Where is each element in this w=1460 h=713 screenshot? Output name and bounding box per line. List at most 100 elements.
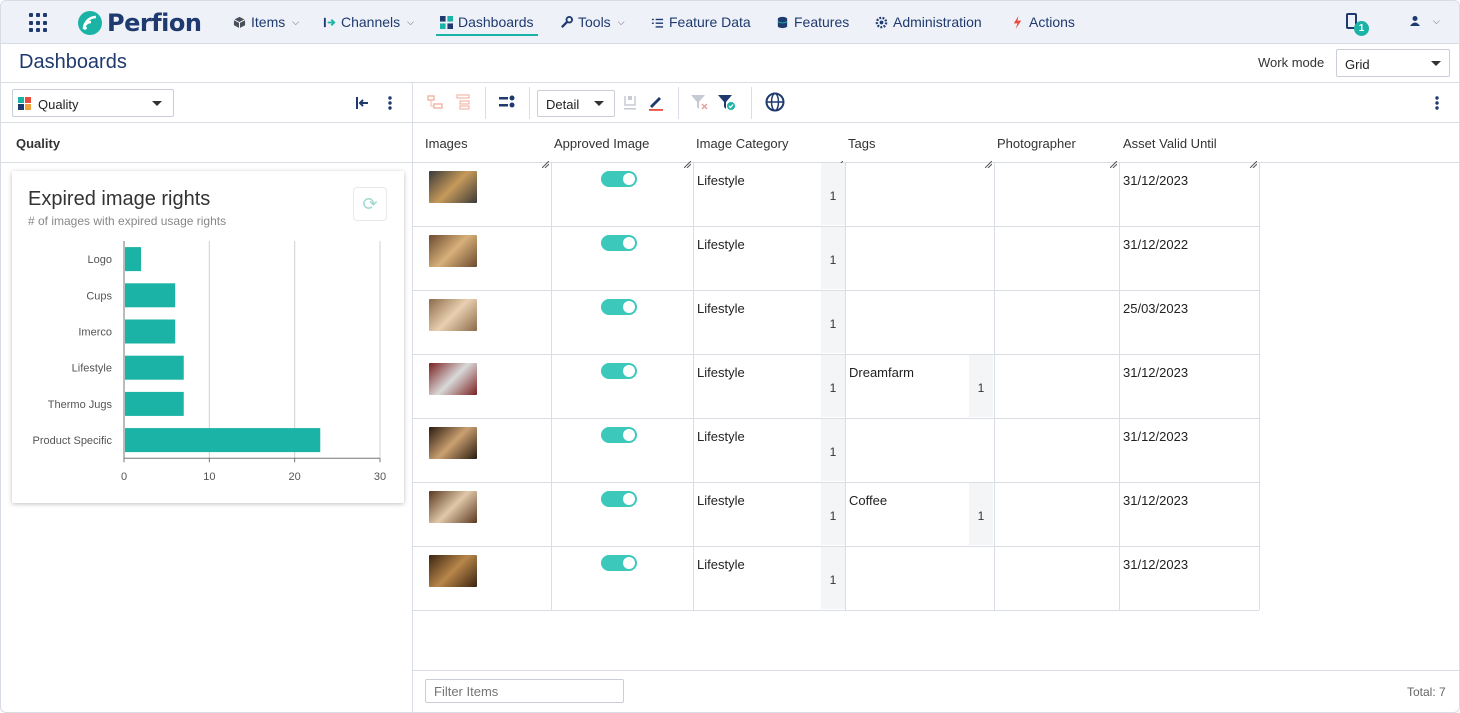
asset-valid-until-cell[interactable]: 31/12/2023 <box>1123 429 1188 444</box>
column-header-images[interactable]: Images <box>425 136 468 151</box>
tree-expand-icon[interactable] <box>426 93 444 111</box>
image-category-cell[interactable]: Lifestyle <box>697 173 745 188</box>
image-category-cell[interactable]: Lifestyle <box>697 301 745 316</box>
image-thumbnail[interactable] <box>429 235 477 267</box>
column-header-image-category[interactable]: Image Category <box>696 136 789 151</box>
column-divider <box>994 290 995 354</box>
chevron-down-icon: ⌵ <box>292 16 300 27</box>
view-select[interactable]: Detail <box>537 90 615 117</box>
asset-valid-until-cell[interactable]: 31/12/2023 <box>1123 557 1188 572</box>
image-category-cell[interactable]: Lifestyle <box>697 429 745 444</box>
nav-channels[interactable]: Channels ⌵ <box>323 14 414 30</box>
nav-actions-label: Actions <box>1029 14 1075 30</box>
cube-icon <box>233 16 246 28</box>
approved-toggle[interactable] <box>601 299 637 315</box>
more-vertical-icon[interactable] <box>1430 95 1444 111</box>
image-category-cell[interactable]: Lifestyle <box>697 365 745 380</box>
asset-valid-until-cell[interactable]: 31/12/2022 <box>1123 237 1188 252</box>
column-resize-handle[interactable] <box>984 155 993 169</box>
nav-features-label: Features <box>794 14 850 30</box>
image-thumbnail[interactable] <box>429 555 477 587</box>
chart-bar[interactable] <box>125 283 176 308</box>
nav-administration[interactable]: Administration <box>875 14 982 30</box>
toolbar-separator <box>751 87 752 119</box>
approved-toggle[interactable] <box>601 491 637 507</box>
column-resize-handle[interactable] <box>835 155 844 169</box>
asset-valid-until-cell[interactable]: 25/03/2023 <box>1123 301 1188 316</box>
chevron-down-icon: ⌵ <box>1433 15 1440 26</box>
category-count: 1 <box>821 483 845 545</box>
approved-toggle[interactable] <box>601 427 637 443</box>
approved-toggle[interactable] <box>601 235 637 251</box>
column-resize-handle[interactable] <box>1249 155 1258 169</box>
column-divider <box>551 482 552 546</box>
approved-toggle[interactable] <box>601 363 637 379</box>
column-resize-handle[interactable] <box>1109 155 1118 169</box>
column-resize-handle[interactable] <box>683 155 692 169</box>
tree-collapse-icon[interactable] <box>454 93 472 111</box>
refresh-button[interactable]: ⟳ <box>353 187 387 221</box>
column-divider <box>1259 482 1260 546</box>
column-divider <box>551 418 552 482</box>
image-category-cell[interactable]: Lifestyle <box>697 237 745 252</box>
nav-items[interactable]: Items ⌵ <box>233 14 299 30</box>
chart-bar[interactable] <box>125 428 321 453</box>
collapse-panel-icon[interactable] <box>354 95 370 111</box>
notifications-button[interactable]: 1 <box>1344 12 1370 38</box>
column-divider <box>693 546 694 610</box>
column-resize-handle[interactable] <box>541 155 550 169</box>
asset-valid-until-cell[interactable]: 31/12/2023 <box>1123 493 1188 508</box>
nav-dashboards[interactable]: Dashboards <box>440 14 534 30</box>
more-vertical-icon[interactable] <box>383 95 397 111</box>
image-thumbnail[interactable] <box>429 427 477 459</box>
app-grid-icon[interactable] <box>29 13 49 33</box>
tag-count: 1 <box>969 355 993 417</box>
image-category-cell[interactable]: Lifestyle <box>697 557 745 572</box>
category-count: 1 <box>821 355 845 417</box>
page-title: Dashboards <box>19 51 127 73</box>
dashboard-select[interactable]: Quality <box>12 89 174 117</box>
asset-valid-until-cell[interactable]: 31/12/2023 <box>1123 365 1188 380</box>
column-settings-icon[interactable] <box>498 93 516 111</box>
column-header-tags[interactable]: Tags <box>848 136 875 151</box>
category-count: 1 <box>821 547 845 609</box>
nav-actions[interactable]: Actions <box>1011 14 1075 30</box>
clear-filter-icon[interactable] <box>690 93 708 111</box>
image-category-cell[interactable]: Lifestyle <box>697 493 745 508</box>
chart-bar[interactable] <box>125 391 184 416</box>
column-header-asset-valid-until[interactable]: Asset Valid Until <box>1123 136 1217 151</box>
section-header: Quality <box>16 136 61 151</box>
image-thumbnail[interactable] <box>429 491 477 523</box>
chart-bar[interactable] <box>125 319 176 344</box>
user-menu[interactable]: ⌵ <box>1409 15 1440 27</box>
column-divider <box>845 418 846 482</box>
column-header-photographer[interactable]: Photographer <box>997 136 1076 151</box>
image-thumbnail[interactable] <box>429 171 477 203</box>
work-mode-select[interactable]: Grid <box>1336 49 1450 77</box>
tag-cell[interactable]: Coffee <box>849 493 887 508</box>
gear-icon <box>875 16 888 28</box>
image-thumbnail[interactable] <box>429 299 477 331</box>
image-thumbnail[interactable] <box>429 363 477 395</box>
filter-items-input[interactable] <box>425 679 624 703</box>
approved-toggle[interactable] <box>601 555 637 571</box>
nav-feature-data[interactable]: Feature Data <box>651 14 751 30</box>
tag-count: 1 <box>969 483 993 545</box>
wrench-icon <box>561 15 573 28</box>
nav-features[interactable]: Features <box>776 14 849 30</box>
column-header-approved-image[interactable]: Approved Image <box>554 136 649 151</box>
logo[interactable]: Perfion <box>77 7 202 39</box>
chart-bar[interactable] <box>125 247 142 272</box>
apply-filter-icon[interactable] <box>717 93 735 111</box>
approved-toggle[interactable] <box>601 171 637 187</box>
nav-tools[interactable]: Tools ⌵ <box>560 14 625 30</box>
edit-icon[interactable] <box>647 93 665 111</box>
asset-valid-until-cell[interactable]: 31/12/2023 <box>1123 173 1188 188</box>
chart-bar[interactable] <box>125 355 184 380</box>
category-label: Thermo Jugs <box>48 399 113 411</box>
save-icon[interactable] <box>621 93 639 111</box>
tag-cell[interactable]: Dreamfarm <box>849 365 914 380</box>
chevron-down-icon: ⌵ <box>407 16 414 27</box>
database-icon <box>777 16 788 28</box>
globe-icon[interactable] <box>765 92 785 112</box>
